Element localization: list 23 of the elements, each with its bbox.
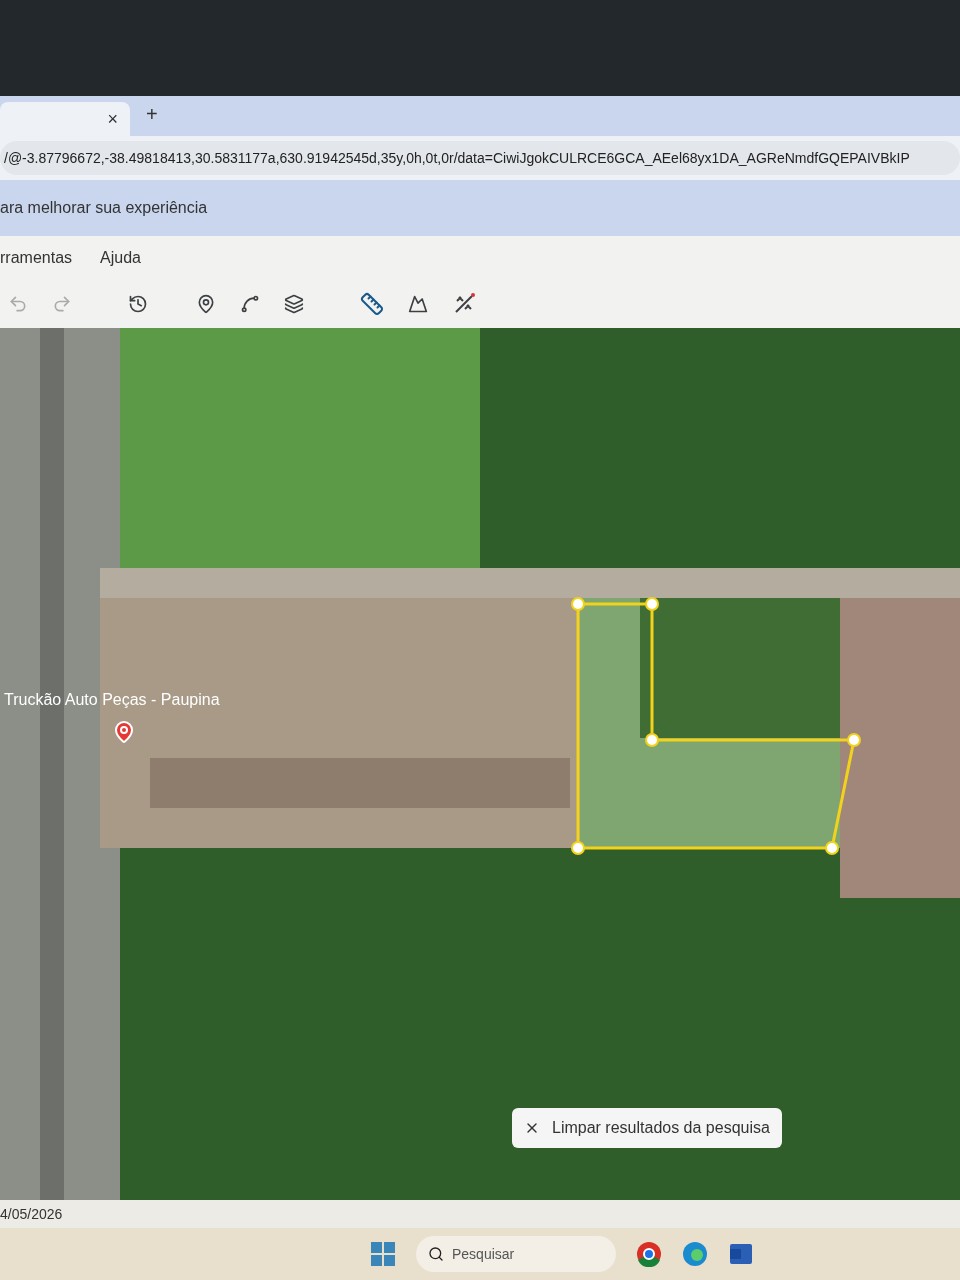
map-pin-icon[interactable] bbox=[112, 720, 136, 744]
history-icon[interactable] bbox=[128, 294, 148, 314]
chrome-app-icon[interactable] bbox=[636, 1241, 662, 1267]
path-icon[interactable] bbox=[240, 294, 260, 314]
menu-item[interactable]: rramentas bbox=[0, 246, 73, 270]
terrain-icon[interactable] bbox=[408, 294, 428, 314]
status-date: 4/05/2026 bbox=[0, 1204, 63, 1224]
search-icon bbox=[428, 1246, 444, 1262]
ruler-icon[interactable] bbox=[360, 292, 384, 316]
menu-item[interactable]: Ajuda bbox=[100, 246, 141, 270]
windows-start-icon[interactable] bbox=[370, 1241, 396, 1267]
boundary-polygon[interactable] bbox=[570, 596, 864, 858]
address-bar[interactable]: /@-3.87796672,-38.49818413,30.5831177a,630.91942545d,35y,0h,0t,0r/data=CiwiJgokCULRCE6GCA_AEel68yx1DA_AGReNmdfGQEPAIVBkIP bbox=[0, 141, 960, 175]
tab-close-button[interactable]: × bbox=[107, 105, 118, 133]
taskbar-search-field[interactable]: Pesquisar bbox=[416, 1236, 616, 1272]
search-placeholder: Pesquisar bbox=[452, 1244, 515, 1264]
layers-icon[interactable] bbox=[284, 294, 304, 314]
placemark-icon[interactable] bbox=[196, 294, 216, 314]
clear-search-button[interactable]: Limpar resultados da pesquisa bbox=[512, 1108, 782, 1148]
browser-tab[interactable]: × bbox=[0, 102, 130, 136]
satellite-map[interactable]: Truckão Auto Peças - Paupina Limpar resultados da pesquisa bbox=[0, 328, 960, 1200]
new-tab-button[interactable]: + bbox=[146, 100, 158, 128]
info-bar-message: ara melhorar sua experiência bbox=[0, 198, 208, 218]
